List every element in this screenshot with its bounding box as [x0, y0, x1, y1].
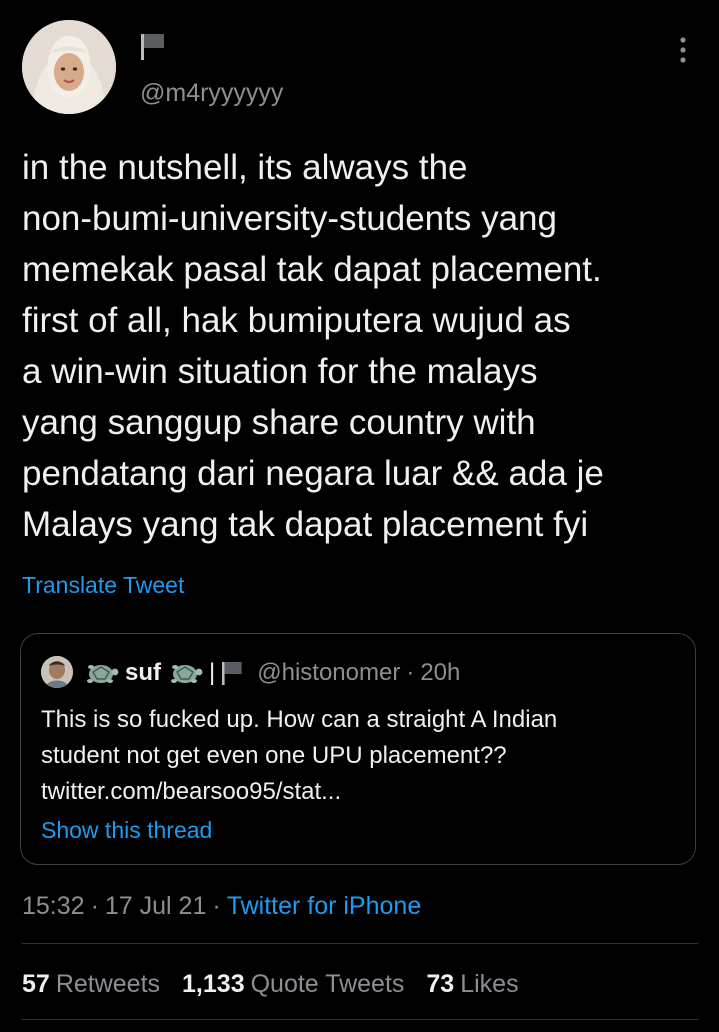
tweet-stats: 57 Retweets 1,133 Quote Tweets 73 Likes — [22, 968, 541, 1000]
quoted-tweet-text: This is so fucked up. How can a straight… — [41, 702, 557, 810]
translate-tweet-link[interactable]: Translate Tweet — [22, 570, 184, 600]
quote-tweets-count: 1,133 — [182, 970, 245, 998]
quoted-text-line: student not get even one UPU placement?? — [41, 742, 507, 769]
retweets-stat[interactable]: 57 Retweets — [22, 968, 160, 1000]
avatar[interactable] — [22, 20, 116, 114]
divider — [22, 943, 698, 944]
dot-separator: · — [406, 659, 415, 686]
quote-tweets-label: Quote Tweets — [250, 970, 405, 998]
tweet-text-line: in the nutshell, its always the — [22, 148, 468, 187]
retweets-count: 57 — [22, 970, 50, 998]
author-handle[interactable]: @m4ryyyyyy — [140, 78, 283, 108]
quoted-text-line: This is so fucked up. How can a straight… — [41, 706, 558, 733]
tweet-text-line: pendatang dari negara luar && ada je — [22, 454, 604, 493]
retweets-label: Retweets — [55, 970, 161, 998]
divider — [22, 1019, 698, 1020]
tweet-date: 17 Jul 21 — [104, 892, 207, 920]
turtle-icon — [87, 665, 119, 683]
tweet-text-line: first of all, hak bumiputera wujud as — [22, 301, 571, 340]
quoted-handle[interactable]: @histonomer — [257, 659, 400, 687]
quoted-timestamp[interactable]: 20h — [420, 659, 460, 687]
quoted-tweet-card[interactable]: suf | @histonomer · 20h This is so fucke… — [20, 633, 696, 865]
tweet-text-line: Malays yang tak dapat placement fyi — [22, 505, 589, 544]
likes-count: 73 — [426, 970, 455, 998]
turtle-icon — [171, 665, 203, 683]
tweet-source-link[interactable]: Twitter for iPhone — [227, 892, 422, 920]
tweet-meta: 15:32 · 17 Jul 21 · Twitter for iPhone — [22, 890, 421, 922]
dot-separator: · — [90, 892, 99, 920]
quoted-avatar[interactable] — [41, 656, 73, 688]
flag-icon — [141, 34, 164, 60]
likes-label: Likes — [460, 970, 519, 998]
tweet-text-line: memekak pasal tak dapat placement. — [22, 250, 602, 289]
likes-stat[interactable]: 73 Likes — [426, 968, 518, 1000]
name-separator: | — [209, 659, 216, 686]
tweet-text: in the nutshell, its always the non-bumi… — [22, 142, 702, 550]
quote-tweets-stat[interactable]: 1,133 Quote Tweets — [182, 968, 404, 1000]
tweet-text-line: non-bumi-university-students yang — [22, 199, 557, 238]
flag-icon — [222, 662, 242, 685]
quoted-display-name[interactable]: suf — [125, 659, 161, 687]
show-thread-link[interactable]: Show this thread — [41, 814, 212, 846]
more-options-icon[interactable] — [676, 36, 690, 64]
tweet-text-line: a win-win situation for the malays — [22, 352, 538, 391]
quoted-link[interactable]: twitter.com/bearsoo95/stat... — [41, 774, 557, 810]
tweet-time: 15:32 — [22, 892, 85, 920]
dot-separator: · — [212, 892, 221, 920]
quoted-tweet-header: suf | @histonomer · 20h — [83, 656, 460, 690]
tweet-text-line: yang sanggup share country with — [22, 403, 536, 442]
